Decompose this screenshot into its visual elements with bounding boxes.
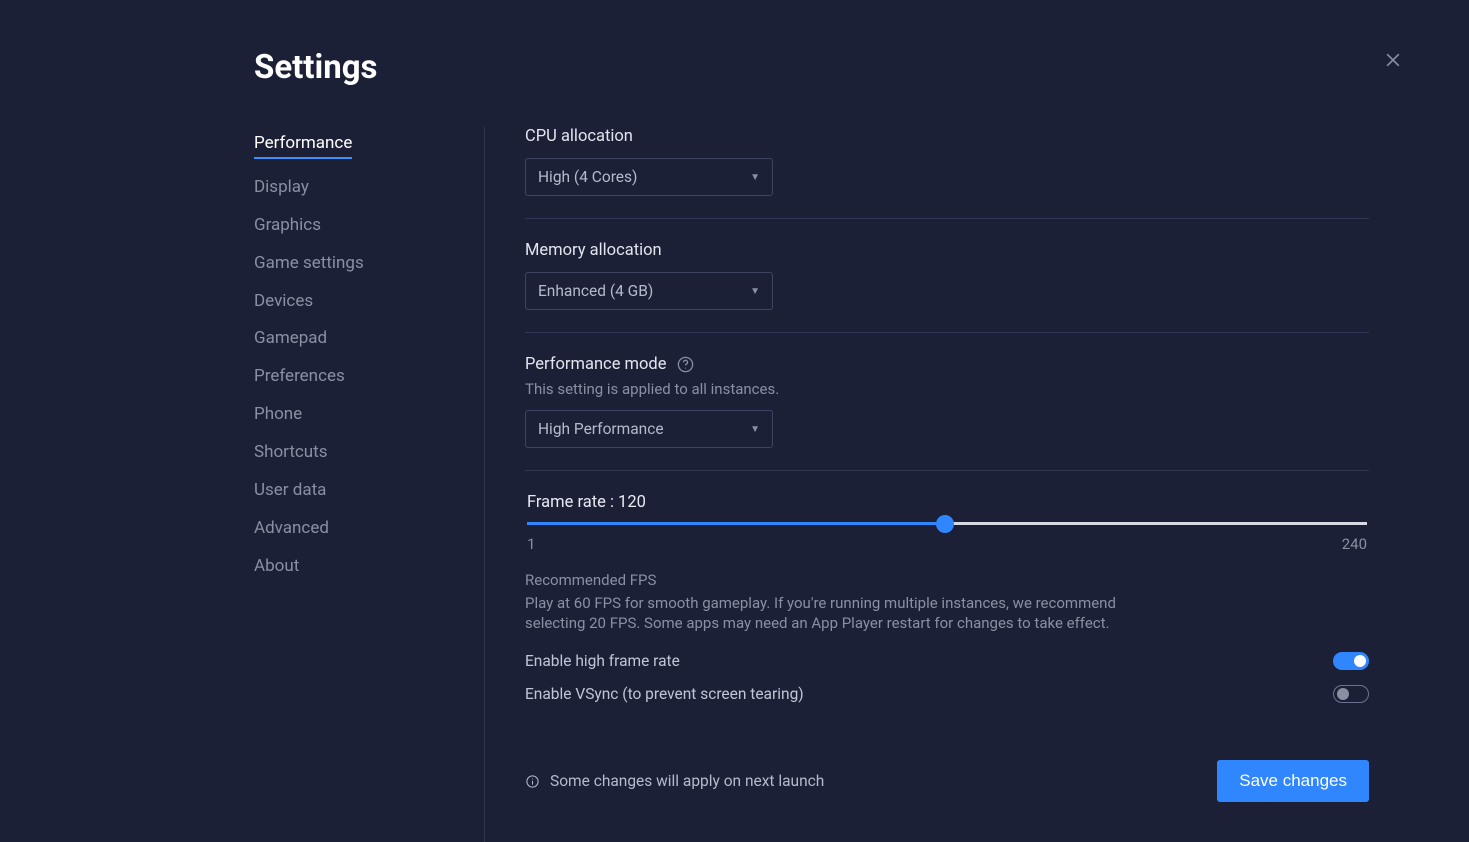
toggle-knob bbox=[1354, 655, 1366, 667]
save-button[interactable]: Save changes bbox=[1217, 760, 1369, 802]
high-fps-toggle[interactable] bbox=[1333, 652, 1369, 670]
recommend-text: Play at 60 FPS for smooth gameplay. If y… bbox=[525, 593, 1165, 634]
cpu-select[interactable]: High (4 Cores) ▼ bbox=[525, 158, 773, 196]
perfmode-select[interactable]: High Performance ▼ bbox=[525, 410, 773, 448]
sidebar-item-gamepad[interactable]: Gamepad bbox=[254, 328, 327, 348]
sidebar-item-game-settings[interactable]: Game settings bbox=[254, 253, 364, 273]
sidebar-item-preferences[interactable]: Preferences bbox=[254, 366, 345, 386]
framerate-value: 120 bbox=[618, 493, 646, 512]
perfmode-select-value: High Performance bbox=[538, 420, 664, 438]
sidebar: Performance Display Graphics Game settings D… bbox=[254, 127, 484, 842]
help-icon[interactable] bbox=[676, 355, 695, 374]
sidebar-item-user-data[interactable]: User data bbox=[254, 480, 326, 500]
memory-label: Memory allocation bbox=[525, 241, 1369, 260]
section-framerate: Frame rate : 120 1 240 Recommended FPS P… bbox=[525, 493, 1369, 736]
cpu-select-value: High (4 Cores) bbox=[538, 168, 637, 186]
framerate-slider[interactable] bbox=[527, 522, 1367, 525]
close-icon bbox=[1383, 50, 1403, 70]
chevron-down-icon: ▼ bbox=[750, 424, 760, 435]
info-icon bbox=[525, 774, 540, 789]
sidebar-item-display[interactable]: Display bbox=[254, 177, 309, 197]
recommend-title: Recommended FPS bbox=[525, 571, 1369, 589]
chevron-down-icon: ▼ bbox=[750, 172, 760, 183]
sidebar-item-about[interactable]: About bbox=[254, 556, 299, 576]
sidebar-item-advanced[interactable]: Advanced bbox=[254, 518, 329, 538]
sidebar-item-devices[interactable]: Devices bbox=[254, 291, 313, 311]
main-panel: CPU allocation High (4 Cores) ▼ Memory a… bbox=[484, 127, 1419, 842]
sidebar-item-phone[interactable]: Phone bbox=[254, 404, 302, 424]
sidebar-item-shortcuts[interactable]: Shortcuts bbox=[254, 442, 328, 462]
section-performance-mode: Performance mode This setting is applied… bbox=[525, 355, 1369, 471]
cpu-label: CPU allocation bbox=[525, 127, 1369, 146]
framerate-label: Frame rate : 120 bbox=[525, 493, 1369, 512]
chevron-down-icon: ▼ bbox=[750, 286, 760, 297]
toggle-knob bbox=[1337, 688, 1349, 700]
slider-max: 240 bbox=[1342, 535, 1367, 553]
vsync-toggle[interactable] bbox=[1333, 685, 1369, 703]
perfmode-label: Performance mode bbox=[525, 355, 666, 374]
memory-select-value: Enhanced (4 GB) bbox=[538, 282, 653, 300]
slider-thumb[interactable] bbox=[936, 515, 954, 533]
section-memory: Memory allocation Enhanced (4 GB) ▼ bbox=[525, 241, 1369, 333]
memory-select[interactable]: Enhanced (4 GB) ▼ bbox=[525, 272, 773, 310]
high-fps-label: Enable high frame rate bbox=[525, 652, 680, 670]
page-title: Settings bbox=[254, 48, 1419, 87]
footer-note-text: Some changes will apply on next launch bbox=[550, 772, 824, 790]
sidebar-item-performance[interactable]: Performance bbox=[254, 133, 352, 159]
vsync-label: Enable VSync (to prevent screen tearing) bbox=[525, 685, 804, 703]
sidebar-item-graphics[interactable]: Graphics bbox=[254, 215, 321, 235]
perfmode-note: This setting is applied to all instances… bbox=[525, 380, 1369, 398]
slider-fill bbox=[527, 522, 945, 525]
close-button[interactable] bbox=[1383, 50, 1407, 74]
slider-min: 1 bbox=[527, 535, 535, 553]
footer: Some changes will apply on next launch S… bbox=[525, 736, 1369, 842]
section-cpu: CPU allocation High (4 Cores) ▼ bbox=[525, 127, 1369, 219]
